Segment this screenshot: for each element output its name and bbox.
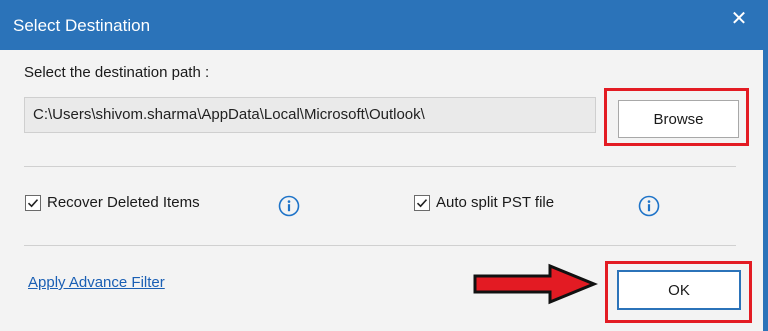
info-icon (638, 195, 660, 217)
red-arrow-annotation (473, 263, 598, 305)
auto-split-info-icon[interactable] (638, 195, 660, 217)
auto-split-checkbox[interactable] (414, 195, 430, 211)
destination-path-field[interactable]: C:\Users\shivom.sharma\AppData\Local\Mic… (24, 97, 596, 133)
recover-deleted-checkbox[interactable] (25, 195, 41, 211)
title-bar: Select Destination ✕ (0, 0, 768, 50)
apply-advance-filter-link[interactable]: Apply Advance Filter (28, 274, 165, 291)
ok-button[interactable]: OK (617, 270, 741, 310)
close-button[interactable]: ✕ (720, 0, 758, 36)
info-icon (278, 195, 300, 217)
browse-button[interactable]: Browse (618, 100, 739, 138)
divider-top (24, 166, 736, 167)
checkmark-icon (416, 199, 428, 208)
auto-split-label: Auto split PST file (436, 194, 555, 211)
destination-path-label: Select the destination path : (24, 64, 210, 81)
close-icon: ✕ (730, 7, 748, 30)
checkmark-icon (27, 199, 39, 208)
window-title: Select Destination (13, 16, 151, 35)
recover-deleted-label: Recover Deleted Items (47, 194, 200, 211)
recover-deleted-info-icon[interactable] (278, 195, 300, 217)
divider-bottom (24, 245, 736, 246)
window-border (763, 50, 768, 331)
